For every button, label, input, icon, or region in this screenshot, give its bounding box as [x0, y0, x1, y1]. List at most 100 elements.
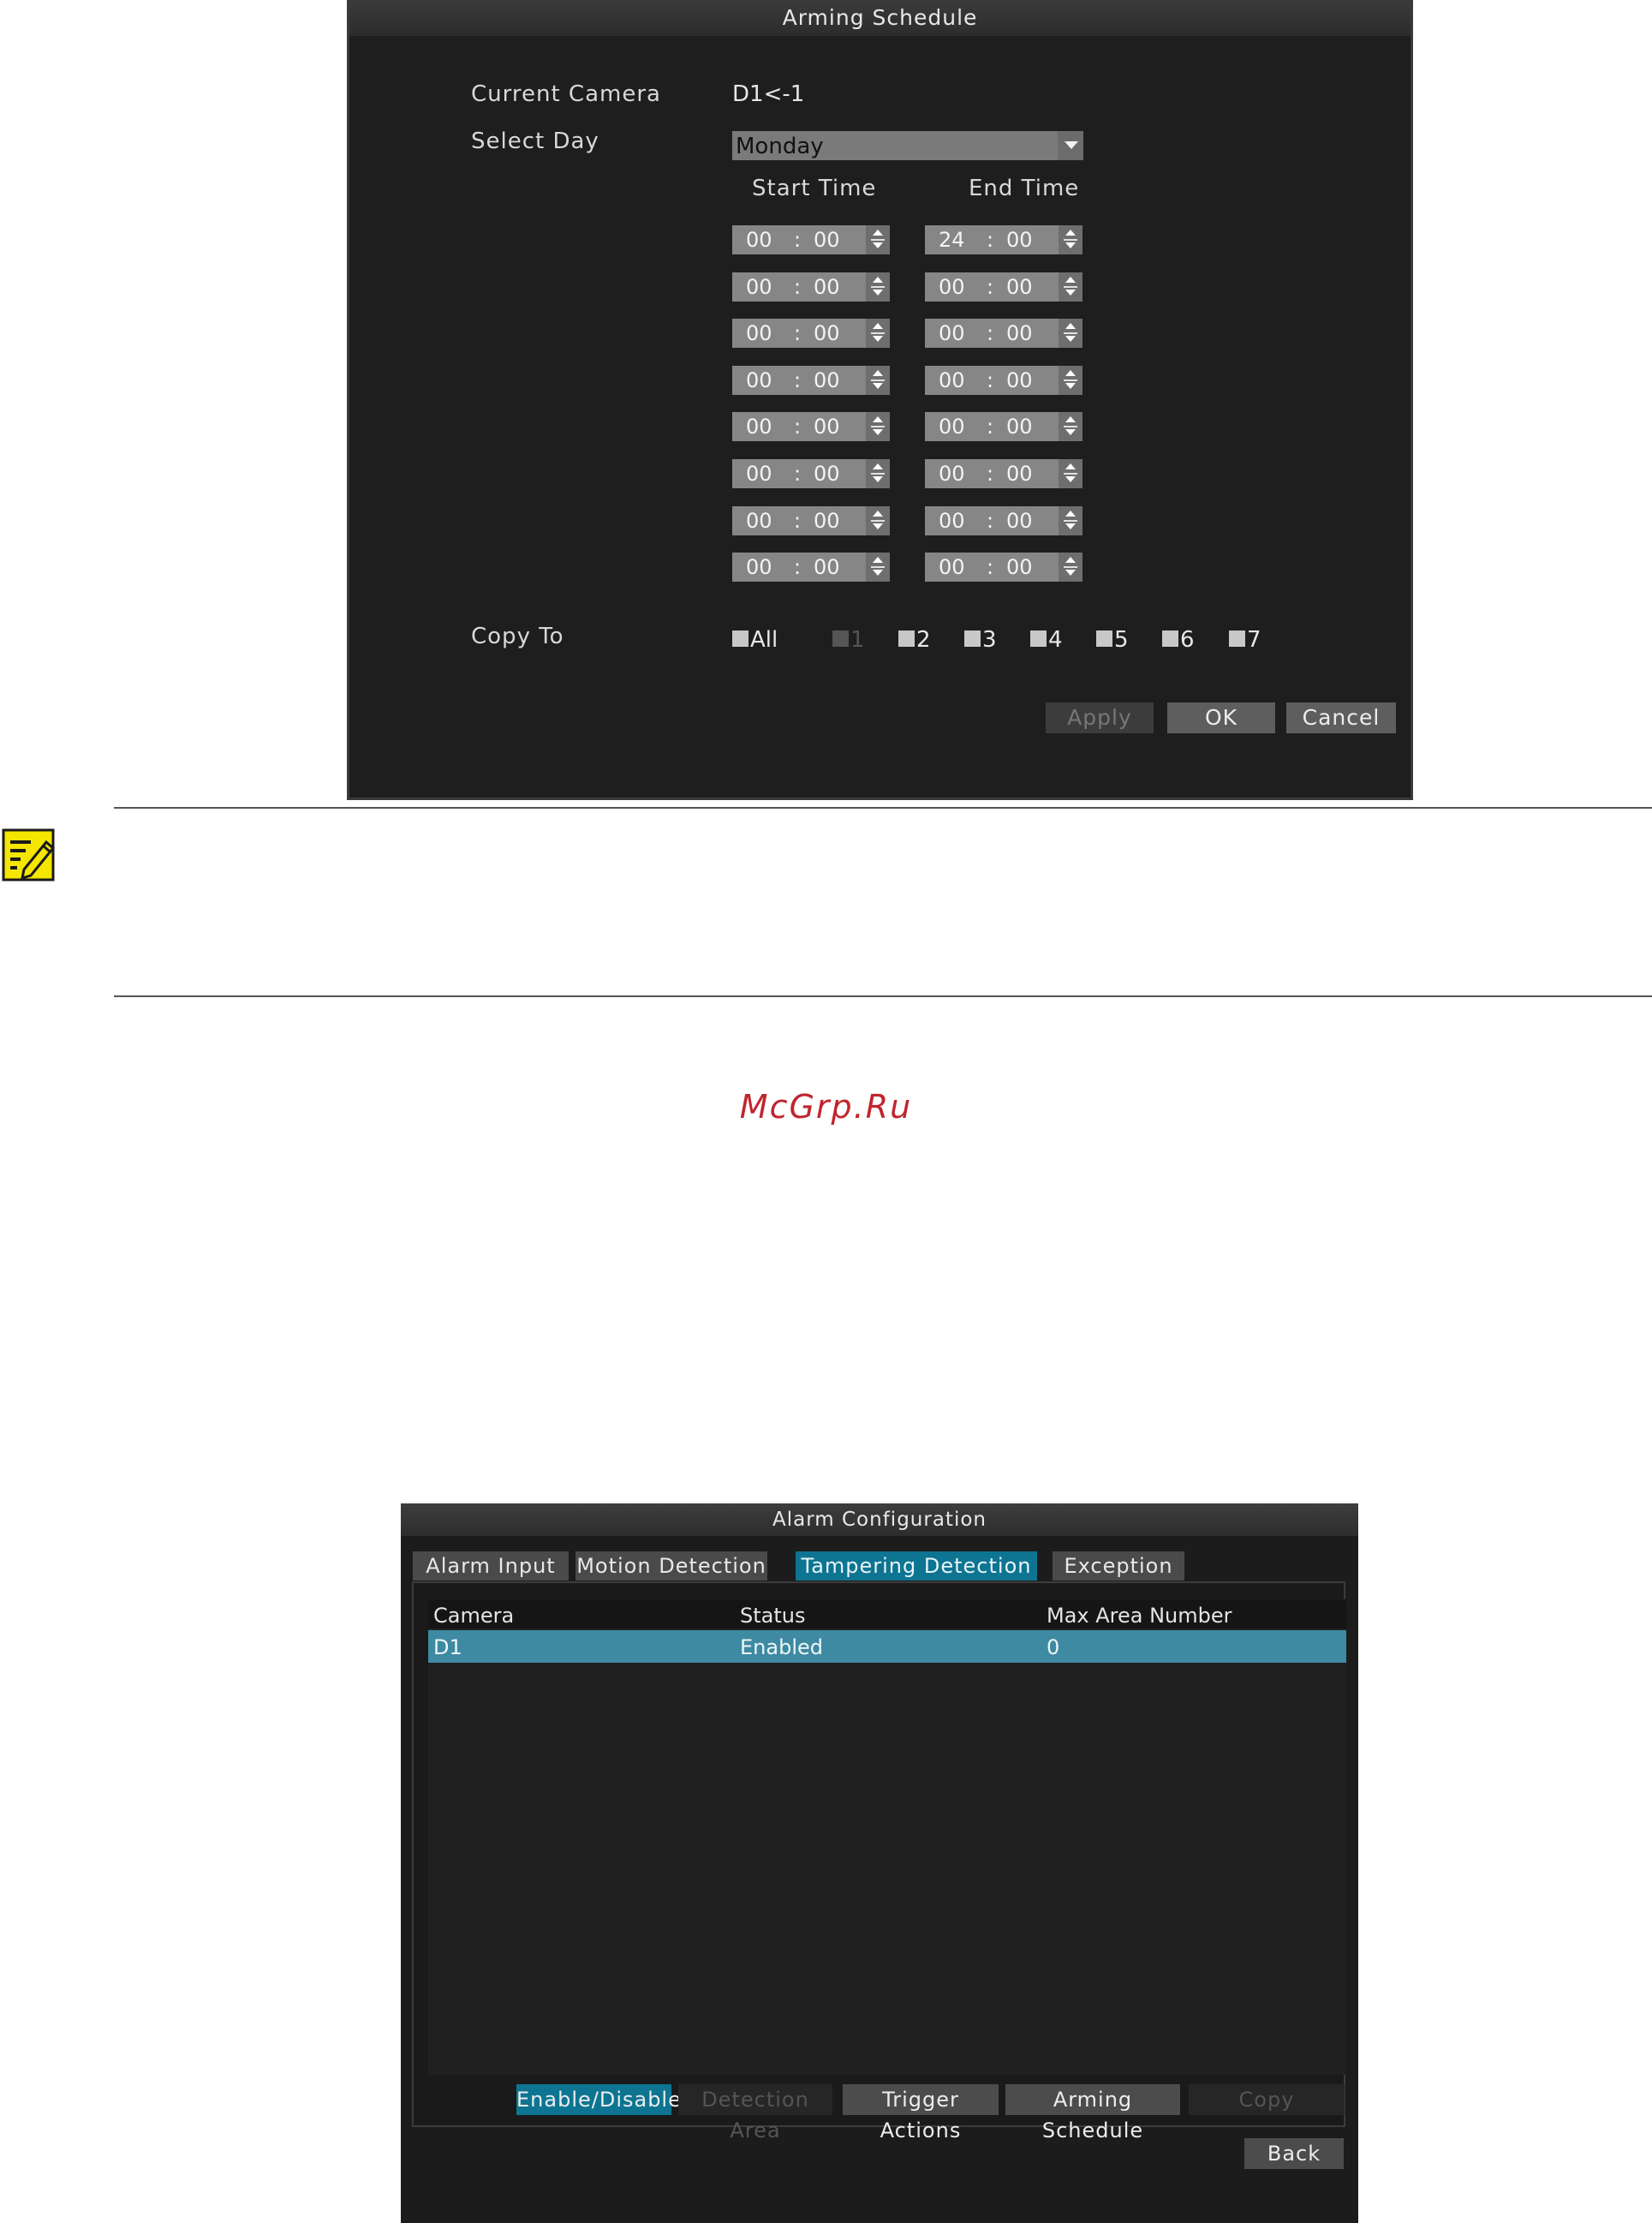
copy-to-checkbox-3[interactable]: 3	[964, 627, 997, 653]
table-row[interactable]: D1 Enabled 0	[428, 1630, 1346, 1663]
copy-to-checkbox-7[interactable]: 7	[1229, 627, 1261, 653]
minute-value[interactable]: 00	[1006, 506, 1033, 535]
copy-to-checkbox-all[interactable]: All	[732, 627, 778, 653]
tab-exception[interactable]: Exception	[1053, 1551, 1184, 1581]
start-time-field[interactable]: 00:00	[732, 553, 890, 583]
minute-value[interactable]: 00	[1006, 553, 1033, 582]
minute-value[interactable]: 00	[1006, 366, 1033, 395]
hour-value[interactable]: 00	[746, 319, 772, 348]
spinner-icon[interactable]	[866, 272, 890, 302]
checkbox-label: All	[750, 627, 778, 653]
end-time-field[interactable]: 00:00	[925, 459, 1082, 488]
start-time-field[interactable]: 00:00	[732, 459, 890, 488]
back-button[interactable]: Back	[1244, 2138, 1344, 2169]
trigger-actions-button[interactable]: Trigger Actions	[843, 2084, 999, 2142]
spinner-icon[interactable]	[1059, 553, 1082, 583]
spinner-icon[interactable]	[866, 225, 890, 254]
start-time-field[interactable]: 00:00	[732, 319, 890, 349]
minute-value[interactable]: 00	[814, 506, 840, 535]
copy-to-checkbox-6[interactable]: 6	[1162, 627, 1195, 653]
start-time-field[interactable]: 00:00	[732, 225, 890, 254]
hour-value[interactable]: 00	[939, 506, 965, 535]
spinner-icon[interactable]	[1059, 459, 1082, 488]
hour-value[interactable]: 00	[939, 366, 965, 395]
start-time-field[interactable]: 00:00	[732, 365, 890, 395]
spinner-icon[interactable]	[1059, 505, 1082, 535]
checkbox-icon[interactable]	[1229, 630, 1245, 647]
copy-to-checkbox-5[interactable]: 5	[1096, 627, 1129, 653]
minute-value[interactable]: 00	[814, 553, 840, 582]
checkbox-icon[interactable]	[1030, 630, 1047, 647]
hour-value[interactable]: 00	[939, 412, 965, 441]
spinner-icon[interactable]	[866, 319, 890, 349]
tab-alarm-input[interactable]: Alarm Input	[413, 1551, 569, 1581]
copy-to-checkbox-1[interactable]: 1	[832, 627, 865, 653]
hour-value[interactable]: 00	[746, 366, 772, 395]
minute-value[interactable]: 00	[814, 272, 840, 302]
hour-value[interactable]: 00	[746, 412, 772, 441]
column-header-status: Status	[740, 1604, 806, 1628]
end-time-field[interactable]: 00:00	[925, 412, 1082, 442]
minute-value[interactable]: 00	[814, 412, 840, 441]
spinner-icon[interactable]	[866, 459, 890, 488]
hour-value[interactable]: 00	[939, 459, 965, 488]
checkbox-label: 7	[1247, 627, 1261, 653]
minute-value[interactable]: 00	[1006, 225, 1033, 254]
minute-value[interactable]: 00	[814, 225, 840, 254]
hour-value[interactable]: 00	[746, 272, 772, 302]
end-time-field[interactable]: 00:00	[925, 272, 1082, 302]
checkbox-icon[interactable]	[898, 630, 915, 647]
copy-to-checkbox-2[interactable]: 2	[898, 627, 931, 653]
minute-value[interactable]: 00	[1006, 459, 1033, 488]
end-time-field[interactable]: 00:00	[925, 365, 1082, 395]
apply-button[interactable]: Apply	[1046, 702, 1154, 733]
minute-value[interactable]: 00	[814, 319, 840, 348]
spinner-icon[interactable]	[1059, 412, 1082, 442]
checkbox-icon[interactable]	[1096, 630, 1112, 647]
hour-value[interactable]: 00	[746, 553, 772, 582]
spinner-icon[interactable]	[1059, 272, 1082, 302]
start-time-field[interactable]: 00:00	[732, 412, 890, 442]
spinner-icon[interactable]	[1059, 225, 1082, 254]
enable-disable-button[interactable]: Enable/Disable	[516, 2084, 681, 2115]
tab-motion-detection[interactable]: Motion Detection	[576, 1551, 767, 1581]
minute-value[interactable]: 00	[1006, 412, 1033, 441]
tab-tampering-detection[interactable]: Tampering Detection	[796, 1551, 1037, 1581]
start-time-field[interactable]: 00:00	[732, 505, 890, 535]
minute-value[interactable]: 00	[814, 366, 840, 395]
end-time-field[interactable]: 00:00	[925, 553, 1082, 583]
spinner-icon[interactable]	[866, 505, 890, 535]
hour-value[interactable]: 00	[746, 225, 772, 254]
checkbox-icon[interactable]	[1162, 630, 1178, 647]
minute-value[interactable]: 00	[1006, 319, 1033, 348]
end-time-field[interactable]: 24:00	[925, 225, 1082, 254]
spinner-icon[interactable]	[1059, 365, 1082, 395]
hour-value[interactable]: 00	[746, 459, 772, 488]
minute-value[interactable]: 00	[1006, 272, 1033, 302]
cancel-button[interactable]: Cancel	[1286, 702, 1396, 733]
hour-value[interactable]: 24	[939, 225, 965, 254]
checkbox-icon[interactable]	[964, 630, 981, 647]
chevron-down-icon[interactable]	[1058, 131, 1083, 160]
spinner-icon[interactable]	[866, 412, 890, 442]
note-bottom-rule	[114, 995, 1652, 997]
hour-value[interactable]: 00	[939, 553, 965, 582]
arming-schedule-button[interactable]: Arming Schedule	[1005, 2084, 1180, 2142]
spinner-icon[interactable]	[866, 553, 890, 583]
copy-to-checkbox-4[interactable]: 4	[1030, 627, 1063, 653]
spinner-icon[interactable]	[1059, 319, 1082, 349]
spinner-icon[interactable]	[866, 365, 890, 395]
end-time-field[interactable]: 00:00	[925, 319, 1082, 349]
checkbox-icon[interactable]	[832, 630, 849, 647]
checkbox-icon[interactable]	[732, 630, 748, 647]
detection-area-button[interactable]: Detection Area	[678, 2084, 832, 2142]
end-time-field[interactable]: 00:00	[925, 505, 1082, 535]
hour-value[interactable]: 00	[746, 506, 772, 535]
copy-button[interactable]: Copy	[1189, 2084, 1345, 2115]
minute-value[interactable]: 00	[814, 459, 840, 488]
select-day-dropdown[interactable]: Monday	[732, 131, 1083, 160]
hour-value[interactable]: 00	[939, 272, 965, 302]
ok-button[interactable]: OK	[1167, 702, 1275, 733]
start-time-field[interactable]: 00:00	[732, 272, 890, 302]
hour-value[interactable]: 00	[939, 319, 965, 348]
